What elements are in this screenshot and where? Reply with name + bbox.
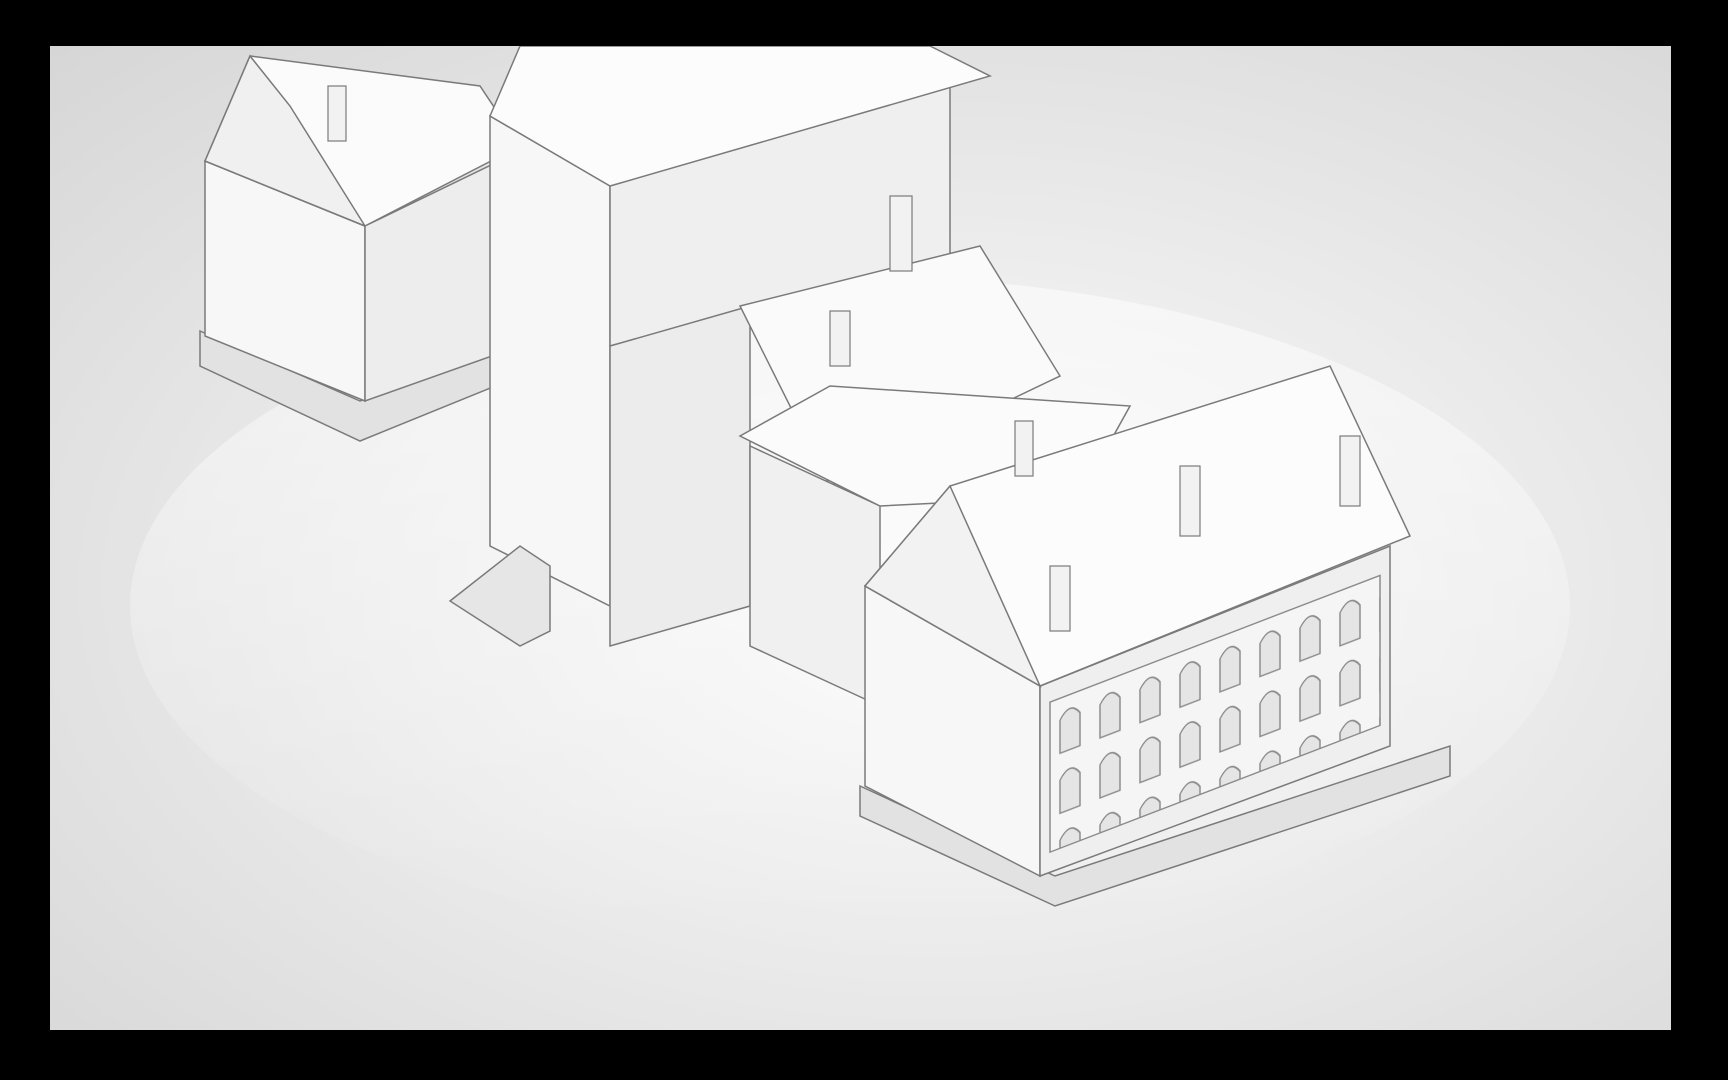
left-wing — [199, 54, 522, 442]
building-model — [130, 46, 1570, 936]
chimney — [829, 310, 851, 367]
chimney — [1339, 435, 1361, 507]
chimney — [327, 85, 347, 142]
chimney — [1014, 420, 1034, 477]
tower-lower-wall — [609, 305, 751, 647]
chimney — [889, 195, 913, 272]
chimney — [1049, 565, 1071, 632]
render-viewport — [50, 46, 1671, 1030]
tower-front-wall — [489, 114, 611, 608]
render-frame — [0, 0, 1728, 1080]
chimney — [1179, 465, 1201, 537]
